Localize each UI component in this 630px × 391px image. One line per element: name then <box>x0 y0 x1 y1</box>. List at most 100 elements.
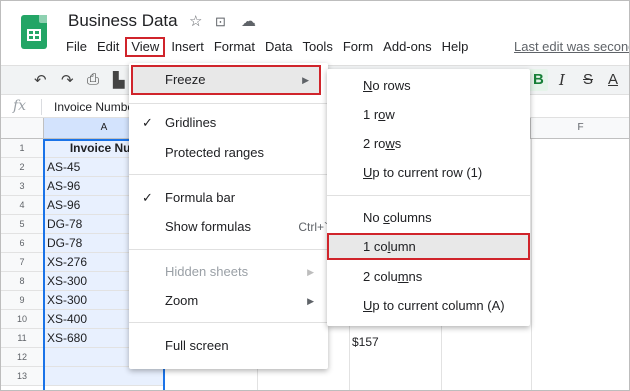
submenu-arrow-icon: ▶ <box>307 267 314 277</box>
menu-divider <box>129 103 328 104</box>
menu-item-label: Formula bar <box>165 190 236 205</box>
item-label: w <box>385 107 395 122</box>
undo-icon[interactable]: ↶ <box>34 71 47 89</box>
menu-view[interactable]: View <box>125 37 166 57</box>
column-header-f[interactable]: F <box>531 118 629 139</box>
menu-item-freeze[interactable]: Freeze ▶ <box>131 65 321 95</box>
item-label: 1 co <box>363 239 388 254</box>
row-header[interactable]: 2 <box>1 158 44 177</box>
menu-item-hidden-sheets[interactable]: Hidden sheets ▶ <box>129 257 328 287</box>
bold-button[interactable]: B <box>533 71 544 88</box>
check-icon: ✓ <box>142 190 153 205</box>
text-color-button[interactable]: A <box>608 71 618 88</box>
menu-tools[interactable]: Tools <box>297 37 337 57</box>
item-label: 1 r <box>363 107 379 122</box>
cloud-status-icon[interactable]: ☁ <box>241 12 256 30</box>
menu-item-label: Full screen <box>165 338 229 353</box>
view-menu: Freeze ▶ ✓ Gridlines Protected ranges ✓ … <box>129 63 328 369</box>
item-label: olumns <box>389 210 432 225</box>
mnemonic: m <box>397 269 409 284</box>
menu-item-label: Protected ranges <box>165 145 265 160</box>
item-label: 2 ro <box>363 136 386 151</box>
strikethrough-button[interactable]: S <box>583 71 593 88</box>
item-label: ns <box>408 269 423 284</box>
menu-help[interactable]: Help <box>437 37 474 57</box>
menu-file[interactable]: File <box>61 37 92 57</box>
menu-insert[interactable]: Insert <box>166 37 209 57</box>
menu-addons[interactable]: Add-ons <box>378 37 436 57</box>
document-title[interactable]: Business Data <box>68 11 178 31</box>
sheets-logo-icon[interactable] <box>21 15 47 49</box>
italic-button[interactable]: I <box>559 71 565 89</box>
menu-item-show-formulas[interactable]: Show formulas Ctrl+` <box>129 212 328 242</box>
row-header[interactable]: 12 <box>1 348 44 367</box>
row-header[interactable]: 1 <box>1 139 44 158</box>
fx-icon: fx <box>13 98 27 114</box>
last-edit-link[interactable]: Last edit was second <box>514 39 629 54</box>
redo-icon[interactable]: ↷ <box>61 71 74 89</box>
menu-divider <box>327 195 530 196</box>
item-label: 2 colu <box>363 269 398 284</box>
item-label: s <box>394 136 402 151</box>
menu-item-formula-bar[interactable]: ✓ Formula bar <box>129 183 328 213</box>
print-icon[interactable]: ⎙ <box>87 71 99 88</box>
row-header[interactable]: 8 <box>1 272 44 291</box>
shortcut-label: Ctrl+` <box>298 220 328 234</box>
select-all-corner[interactable] <box>1 118 44 139</box>
mnemonic: w <box>385 136 395 151</box>
row-header[interactable]: 6 <box>1 234 44 253</box>
row-header[interactable]: 7 <box>1 253 44 272</box>
app-window: Business Data ☆ ⊡ ☁ File Edit View Inser… <box>0 0 630 391</box>
mnemonic: U <box>363 298 373 313</box>
menu-item-zoom[interactable]: Zoom ▶ <box>129 286 328 316</box>
row-header[interactable]: 11 <box>1 329 44 348</box>
menu-item-protected-ranges[interactable]: Protected ranges <box>129 138 328 168</box>
formula-bar-divider <box>41 99 42 115</box>
move-folder-icon[interactable]: ⊡ <box>215 14 226 30</box>
freeze-up-to-current-row[interactable]: Up to current row (1) <box>327 158 530 187</box>
menu-divider <box>129 249 328 250</box>
menu-form[interactable]: Form <box>338 37 378 57</box>
menu-bar: File Edit View Insert Format Data Tools … <box>61 37 473 57</box>
row-header[interactable]: 4 <box>1 196 44 215</box>
item-label: p to current row (1) <box>372 165 483 180</box>
freeze-2-rows[interactable]: 2 rows <box>327 129 530 158</box>
menu-item-full-screen[interactable]: Full screen <box>129 331 328 361</box>
item-label: umn <box>390 239 416 254</box>
freeze-no-rows[interactable]: No rows <box>327 71 530 100</box>
freeze-1-column[interactable]: 1 column <box>327 233 530 260</box>
menu-data[interactable]: Data <box>260 37 297 57</box>
menu-item-label: Show formulas <box>165 219 251 234</box>
star-icon[interactable]: ☆ <box>189 12 202 30</box>
check-icon: ✓ <box>142 115 153 130</box>
menu-item-label: Freeze <box>165 72 206 87</box>
item-label: p to current column (A) <box>372 298 505 313</box>
menu-format[interactable]: Format <box>209 37 260 57</box>
paint-format-icon[interactable]: ▙ <box>113 71 125 89</box>
mnemonic: N <box>363 78 373 93</box>
row-header[interactable]: 5 <box>1 215 44 234</box>
row-header[interactable]: 13 <box>1 367 44 386</box>
grid-line <box>531 139 532 390</box>
freeze-1-row[interactable]: 1 row <box>327 100 530 129</box>
menu-item-label: Gridlines <box>165 115 217 130</box>
menu-item-label: Zoom <box>165 293 199 308</box>
row-header[interactable]: 10 <box>1 310 44 329</box>
mnemonic: U <box>363 165 373 180</box>
row-header[interactable]: 9 <box>1 291 44 310</box>
formula-input[interactable]: Invoice Number <box>54 100 138 114</box>
item-label: o rows <box>372 78 411 93</box>
row-header[interactable]: 3 <box>1 177 44 196</box>
item-label: No <box>363 210 384 225</box>
freeze-up-to-current-column[interactable]: Up to current column (A) <box>327 291 530 320</box>
freeze-submenu: No rows 1 row 2 rows Up to current row (… <box>327 69 530 326</box>
submenu-arrow-icon: ▶ <box>307 296 314 306</box>
table-cell-d11[interactable]: $157 <box>352 335 379 349</box>
menu-divider <box>129 322 328 323</box>
submenu-arrow-icon: ▶ <box>302 75 309 85</box>
table-cell[interactable] <box>44 367 164 386</box>
menu-edit[interactable]: Edit <box>92 37 124 57</box>
freeze-no-columns[interactable]: No columns <box>327 203 530 232</box>
freeze-2-columns[interactable]: 2 columns <box>327 262 530 291</box>
menu-item-gridlines[interactable]: ✓ Gridlines <box>129 108 328 138</box>
